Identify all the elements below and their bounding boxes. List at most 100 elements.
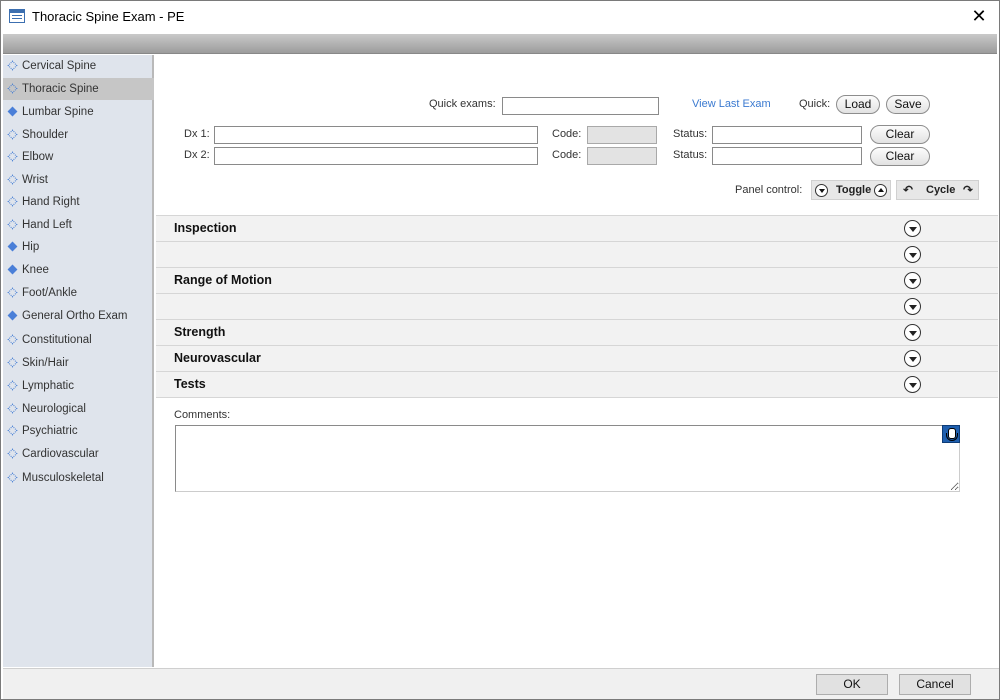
panel-control-label: Panel control: bbox=[735, 184, 803, 196]
diamond-bullet-icon bbox=[7, 129, 18, 140]
section-title: Inspection bbox=[174, 221, 237, 235]
dx2-code-field bbox=[587, 147, 657, 165]
sidebar-item-label: Cardiovascular bbox=[22, 448, 99, 460]
sidebar-item-hand-left[interactable]: Hand Left bbox=[3, 214, 154, 236]
diamond-bullet-icon bbox=[7, 196, 18, 207]
cycle-forward-icon[interactable]: ↷ bbox=[963, 183, 973, 197]
sidebar-item-skin-hair[interactable]: Skin/Hair bbox=[3, 352, 154, 374]
exam-content: Quick exams: View Last Exam Quick: Load … bbox=[156, 55, 998, 667]
sidebar-item-lumbar-spine[interactable]: Lumbar Spine bbox=[3, 101, 154, 123]
dx1-input[interactable] bbox=[214, 126, 538, 144]
cancel-button[interactable]: Cancel bbox=[899, 674, 971, 695]
exam-sidebar: Cervical Spine Thoracic Spine Lumbar Spine… bbox=[3, 55, 154, 667]
diamond-bullet-icon bbox=[7, 448, 18, 459]
diamond-bullet-icon bbox=[7, 106, 18, 117]
dx2-status-input[interactable] bbox=[712, 147, 862, 165]
section-strength[interactable]: Strength bbox=[156, 319, 998, 345]
header-bar bbox=[3, 34, 997, 54]
exam-window: Thoracic Spine Exam - PE ✕ Cervical Spin… bbox=[0, 0, 1000, 700]
section-range-of-motion[interactable]: Range of Motion bbox=[156, 267, 998, 293]
sidebar-item-label: General Ortho Exam bbox=[22, 310, 128, 322]
collapse-all-icon[interactable] bbox=[815, 184, 828, 197]
cycle-control[interactable]: ↶ Cycle ↷ bbox=[896, 180, 979, 200]
sidebar-item-label: Foot/Ankle bbox=[22, 287, 77, 299]
microphone-icon[interactable] bbox=[942, 425, 960, 443]
dx2-input[interactable] bbox=[214, 147, 538, 165]
sidebar-item-label: Elbow bbox=[22, 151, 54, 163]
sidebar-item-knee[interactable]: Knee bbox=[3, 259, 154, 281]
section-untitled-3[interactable] bbox=[156, 293, 998, 319]
view-last-exam-link[interactable]: View Last Exam bbox=[692, 98, 771, 110]
diamond-bullet-icon bbox=[7, 403, 18, 414]
dx1-code-field bbox=[587, 126, 657, 144]
diamond-bullet-icon bbox=[7, 83, 18, 94]
quick-label: Quick: bbox=[799, 98, 831, 110]
dx2-status-label: Status: bbox=[673, 149, 708, 161]
sidebar-item-musculoskeletal[interactable]: Musculoskeletal bbox=[3, 467, 154, 489]
expand-section-icon[interactable] bbox=[904, 324, 921, 341]
sidebar-item-neurological[interactable]: Neurological bbox=[3, 398, 154, 420]
save-button[interactable]: Save bbox=[886, 95, 930, 114]
sidebar-item-label: Knee bbox=[22, 264, 49, 276]
sidebar-item-elbow[interactable]: Elbow bbox=[3, 146, 154, 168]
dialog-footer: OK Cancel bbox=[3, 668, 999, 699]
title-bar: Thoracic Spine Exam - PE ✕ bbox=[1, 1, 999, 32]
cycle-label: Cycle bbox=[926, 184, 956, 196]
sidebar-item-hand-right[interactable]: Hand Right bbox=[3, 191, 154, 213]
section-untitled-1[interactable] bbox=[156, 241, 998, 267]
sidebar-item-hip[interactable]: Hip bbox=[3, 236, 154, 258]
sidebar-item-cervical-spine[interactable]: Cervical Spine bbox=[3, 55, 154, 77]
sidebar-item-label: Musculoskeletal bbox=[22, 472, 104, 484]
expand-section-icon[interactable] bbox=[904, 376, 921, 393]
sidebar-item-constitutional[interactable]: Constitutional bbox=[3, 329, 154, 351]
form-icon bbox=[9, 9, 25, 23]
load-button[interactable]: Load bbox=[836, 95, 880, 114]
sidebar-item-wrist[interactable]: Wrist bbox=[3, 169, 154, 191]
quick-exams-input[interactable] bbox=[502, 97, 659, 115]
section-tests[interactable]: Tests bbox=[156, 371, 998, 397]
section-title: Neurovascular bbox=[174, 351, 261, 365]
sidebar-item-general-ortho-exam[interactable]: General Ortho Exam bbox=[3, 305, 154, 327]
diamond-bullet-icon bbox=[7, 219, 18, 230]
diamond-bullet-icon bbox=[7, 60, 18, 71]
dx1-code-label: Code: bbox=[552, 128, 582, 140]
sidebar-item-cardiovascular[interactable]: Cardiovascular bbox=[3, 443, 154, 465]
expand-all-icon[interactable] bbox=[874, 184, 887, 197]
sidebar-item-label: Cervical Spine bbox=[22, 60, 97, 72]
toggle-control[interactable]: Toggle bbox=[811, 180, 891, 200]
expand-section-icon[interactable] bbox=[904, 272, 921, 289]
sidebar-item-label: Constitutional bbox=[22, 334, 92, 346]
sidebar-item-shoulder[interactable]: Shoulder bbox=[3, 124, 154, 146]
section-title: Range of Motion bbox=[174, 273, 272, 287]
section-title: Tests bbox=[174, 377, 206, 391]
expand-section-icon[interactable] bbox=[904, 220, 921, 237]
diamond-bullet-icon bbox=[7, 174, 18, 185]
expand-section-icon[interactable] bbox=[904, 350, 921, 367]
dx2-clear-button[interactable]: Clear bbox=[870, 147, 930, 166]
comments-textarea[interactable] bbox=[175, 425, 960, 492]
diamond-bullet-icon bbox=[7, 425, 18, 436]
expand-section-icon[interactable] bbox=[904, 246, 921, 263]
dx1-clear-button[interactable]: Clear bbox=[870, 125, 930, 144]
section-neurovascular[interactable]: Neurovascular bbox=[156, 345, 998, 371]
section-title: Strength bbox=[174, 325, 226, 339]
comments-label: Comments: bbox=[174, 409, 231, 421]
sidebar-item-label: Lymphatic bbox=[22, 380, 74, 392]
cycle-back-icon[interactable]: ↶ bbox=[903, 183, 913, 197]
sidebar-item-lymphatic[interactable]: Lymphatic bbox=[3, 375, 154, 397]
diamond-bullet-icon bbox=[7, 287, 18, 298]
dx2-label: Dx 2: bbox=[184, 149, 210, 161]
sidebar-item-label: Hip bbox=[22, 241, 40, 253]
sidebar-item-foot-ankle[interactable]: Foot/Ankle bbox=[3, 282, 154, 304]
close-button[interactable]: ✕ bbox=[967, 4, 991, 28]
sidebar-item-label: Hand Right bbox=[22, 196, 80, 208]
sidebar-item-thoracic-spine[interactable]: Thoracic Spine bbox=[3, 78, 154, 100]
expand-section-icon[interactable] bbox=[904, 298, 921, 315]
ok-button[interactable]: OK bbox=[816, 674, 888, 695]
dx1-status-input[interactable] bbox=[712, 126, 862, 144]
sidebar-item-psychiatric[interactable]: Psychiatric bbox=[3, 420, 154, 442]
sidebar-item-label: Lumbar Spine bbox=[22, 106, 94, 118]
section-inspection[interactable]: Inspection bbox=[156, 215, 998, 241]
sections-divider bbox=[156, 397, 998, 398]
diamond-bullet-icon bbox=[7, 357, 18, 368]
